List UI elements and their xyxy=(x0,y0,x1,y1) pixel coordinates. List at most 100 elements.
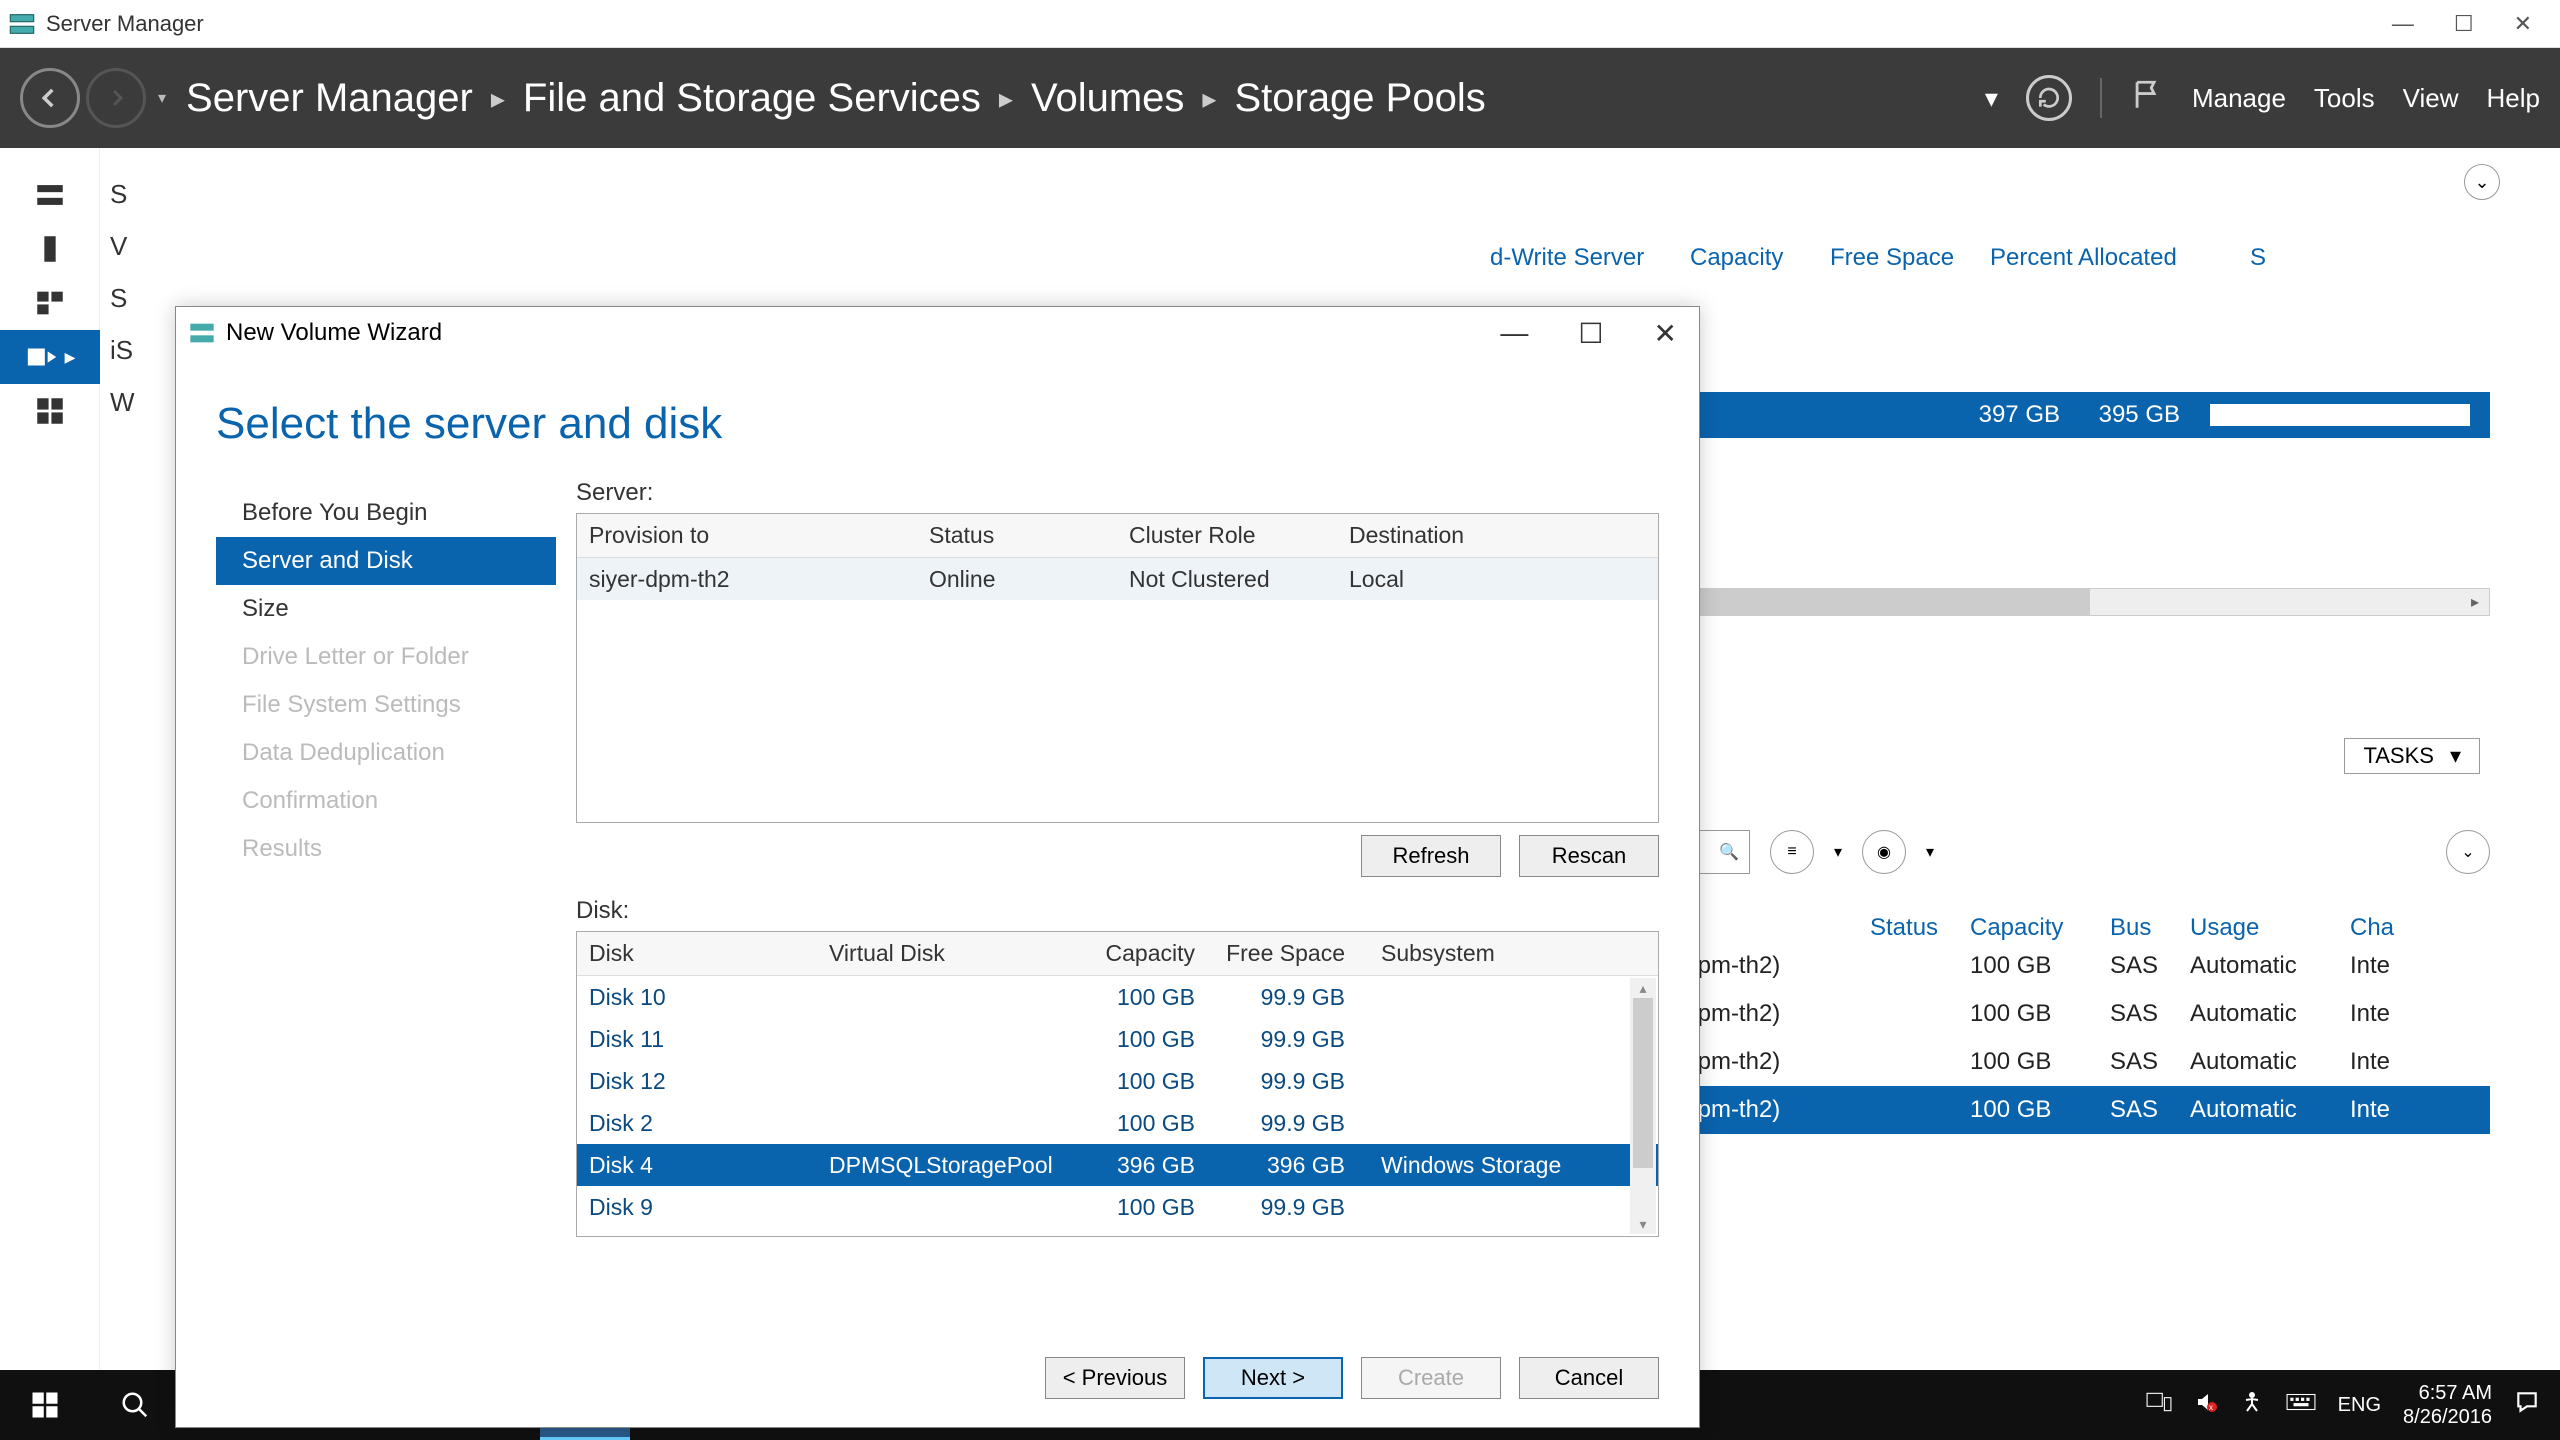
pool-column-rwserver[interactable]: d-Write Server xyxy=(1490,244,1644,272)
nav-history-dropdown[interactable]: ▾ xyxy=(158,88,166,108)
vd-row-bus: SAS xyxy=(2110,1048,2190,1076)
vd-expand-button[interactable]: ⌄ xyxy=(2446,830,2490,874)
disk-row-free: 99.9 GB xyxy=(1207,984,1357,1011)
tray-devices-icon[interactable] xyxy=(2146,1391,2172,1419)
pool-column-s[interactable]: S xyxy=(2250,244,2266,272)
disk-row-free: 99.9 GB xyxy=(1207,1068,1357,1095)
forward-button[interactable] xyxy=(86,68,146,128)
vd-col-usage[interactable]: Usage xyxy=(2190,914,2350,942)
search-button[interactable] xyxy=(90,1370,180,1440)
refresh-button[interactable] xyxy=(2026,75,2072,121)
wizard-minimize-button[interactable]: — xyxy=(1500,317,1528,350)
chevron-down-icon[interactable]: ▾ xyxy=(1834,842,1842,862)
wizard-close-button[interactable]: ✕ xyxy=(1654,317,1677,350)
left-nav-item[interactable]: V xyxy=(110,220,135,272)
new-volume-wizard-dialog: New Volume Wizard — ☐ ✕ Select the serve… xyxy=(175,306,1700,1428)
tasks-label: TASKS xyxy=(2363,743,2434,769)
disk-row[interactable]: Disk 4DPMSQLStoragePool396 GB396 GBWindo… xyxy=(577,1144,1658,1186)
vd-col-capacity[interactable]: Capacity xyxy=(1970,914,2110,942)
pool-column-capacity[interactable]: Capacity xyxy=(1690,244,1810,272)
disk-col-free[interactable]: Free Space xyxy=(1207,940,1357,967)
disk-col-subsystem[interactable]: Subsystem xyxy=(1357,940,1577,967)
pool-row-percent-bar xyxy=(2210,404,2470,426)
panel-collapse-button[interactable]: ⌄ xyxy=(2464,164,2500,200)
pool-column-free[interactable]: Free Space xyxy=(1830,244,1970,272)
vd-filter-button[interactable]: ≡ xyxy=(1770,830,1814,874)
scrollbar-thumb[interactable] xyxy=(1633,998,1653,1168)
close-button[interactable]: ✕ xyxy=(2514,11,2532,37)
server-col-provision[interactable]: Provision to xyxy=(577,522,917,549)
tray-volume-icon[interactable]: x xyxy=(2194,1390,2218,1420)
disk-row[interactable]: Disk 2100 GB99.9 GB xyxy=(577,1102,1658,1144)
disk-row[interactable]: Disk 12100 GB99.9 GB xyxy=(577,1060,1658,1102)
nav-shares-icon[interactable] xyxy=(0,384,100,438)
disk-row[interactable]: Disk 9100 GB99.9 GB xyxy=(577,1186,1658,1228)
tray-keyboard-icon[interactable] xyxy=(2286,1391,2316,1419)
notifications-flag-icon[interactable] xyxy=(2130,78,2164,119)
create-button[interactable]: Create xyxy=(1361,1357,1501,1399)
maximize-button[interactable]: ☐ xyxy=(2454,11,2474,37)
nav-volumes-icon[interactable] xyxy=(0,222,100,276)
breadcrumb-root[interactable]: Server Manager xyxy=(186,76,473,121)
menu-manage[interactable]: Manage xyxy=(2192,83,2286,114)
wizard-step[interactable]: Size xyxy=(216,585,556,633)
refresh-button[interactable]: Refresh xyxy=(1361,835,1501,877)
disk-col-capacity[interactable]: Capacity xyxy=(1077,940,1207,967)
previous-button[interactable]: < Previous xyxy=(1045,1357,1185,1399)
disk-row[interactable]: Disk 10100 GB99.9 GB xyxy=(577,976,1658,1018)
server-col-dest[interactable]: Destination xyxy=(1337,522,1537,549)
disk-row-disk: Disk 12 xyxy=(577,1068,817,1095)
nav-servers-icon[interactable] xyxy=(0,168,100,222)
disk-row-free: 99.9 GB xyxy=(1207,1026,1357,1053)
scroll-up-arrow[interactable]: ▴ xyxy=(1630,978,1656,998)
scrollbar-right-arrow[interactable]: ▸ xyxy=(2461,589,2489,615)
tasks-dropdown[interactable]: TASKS ▾ xyxy=(2344,738,2480,774)
vd-col-status[interactable]: Status xyxy=(1870,914,1970,942)
breadcrumb-item[interactable]: Storage Pools xyxy=(1234,76,1485,121)
vd-col-ch[interactable]: Cha xyxy=(2350,914,2410,942)
breadcrumb-item[interactable]: File and Storage Services xyxy=(523,76,981,121)
breadcrumb-item[interactable]: Volumes xyxy=(1031,76,1184,121)
breadcrumb: Server Manager ▸ File and Storage Servic… xyxy=(186,76,1985,121)
tray-clock[interactable]: 6:57 AM 8/26/2016 xyxy=(2403,1381,2492,1429)
disk-col-vdisk[interactable]: Virtual Disk xyxy=(817,940,1077,967)
chevron-down-icon[interactable]: ▾ xyxy=(1926,842,1934,862)
cancel-button[interactable]: Cancel xyxy=(1519,1357,1659,1399)
disk-row-capacity: 100 GB xyxy=(1077,1026,1207,1053)
start-button[interactable] xyxy=(0,1370,90,1440)
nav-storage-pools-icon[interactable]: ▶ xyxy=(0,330,100,384)
server-col-cluster[interactable]: Cluster Role xyxy=(1117,522,1337,549)
server-row-dest: Local xyxy=(1337,566,1537,593)
tray-accessibility-icon[interactable] xyxy=(2240,1390,2264,1420)
wizard-step[interactable]: Server and Disk xyxy=(216,537,556,585)
tray-notifications-icon[interactable] xyxy=(2514,1389,2540,1421)
next-button[interactable]: Next > xyxy=(1203,1357,1343,1399)
server-row[interactable]: siyer-dpm-th2 Online Not Clustered Local xyxy=(577,558,1658,600)
breadcrumb-dropdown[interactable]: ▾ xyxy=(1985,83,1998,114)
rescan-button[interactable]: Rescan xyxy=(1519,835,1659,877)
wizard-step[interactable]: Before You Begin xyxy=(216,489,556,537)
left-nav-item[interactable]: W xyxy=(110,376,135,428)
scroll-down-arrow[interactable]: ▾ xyxy=(1630,1214,1656,1234)
chevron-down-icon: ▾ xyxy=(2450,743,2461,769)
back-button[interactable] xyxy=(20,68,80,128)
left-nav-item[interactable]: iS xyxy=(110,324,135,376)
wizard-maximize-button[interactable]: ☐ xyxy=(1578,317,1603,350)
pool-column-percent[interactable]: Percent Allocated xyxy=(1990,244,2230,272)
menu-tools[interactable]: Tools xyxy=(2314,83,2375,114)
left-nav-item[interactable]: S xyxy=(110,272,135,324)
menu-view[interactable]: View xyxy=(2403,83,2459,114)
left-nav-item[interactable]: S xyxy=(110,168,135,220)
tray-language[interactable]: ENG xyxy=(2338,1394,2381,1417)
server-label: Server: xyxy=(576,479,1659,507)
vd-group-button[interactable]: ◉ xyxy=(1862,830,1906,874)
minimize-button[interactable]: — xyxy=(2392,11,2414,37)
menu-help[interactable]: Help xyxy=(2487,83,2540,114)
disk-scrollbar[interactable]: ▴ ▾ xyxy=(1630,978,1656,1234)
server-col-status[interactable]: Status xyxy=(917,522,1117,549)
disk-grid: Disk Virtual Disk Capacity Free Space Su… xyxy=(576,931,1659,1237)
disk-row[interactable]: Disk 11100 GB99.9 GB xyxy=(577,1018,1658,1060)
nav-disks-icon[interactable] xyxy=(0,276,100,330)
disk-col-disk[interactable]: Disk xyxy=(577,940,817,967)
vd-col-bus[interactable]: Bus xyxy=(2110,914,2190,942)
